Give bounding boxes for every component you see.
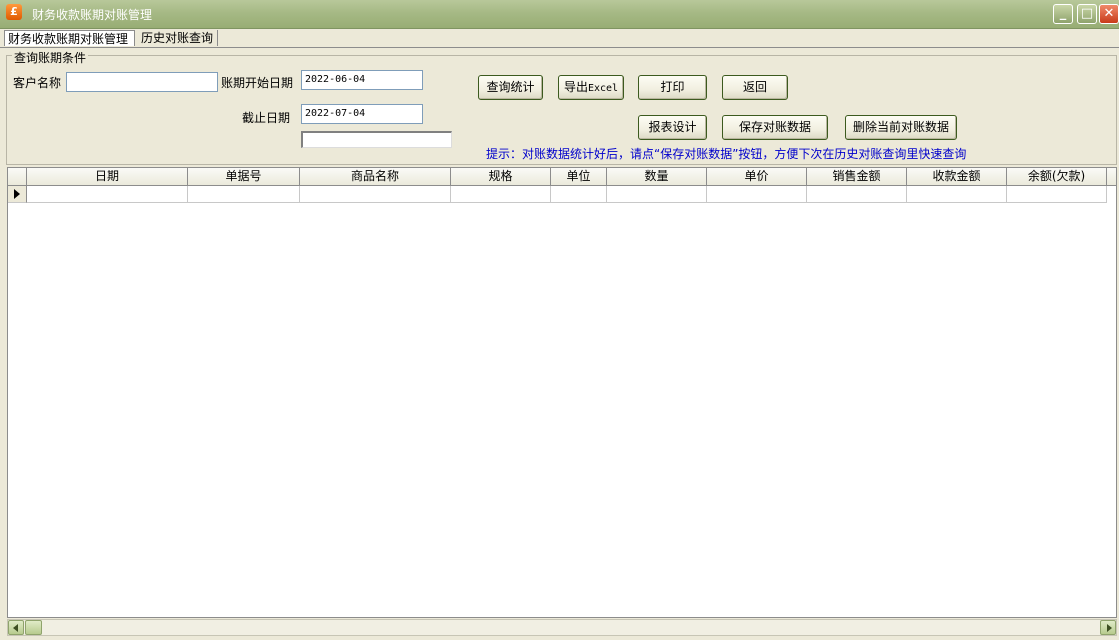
export-excel-button[interactable]: 导出Excel [558,75,624,100]
cell-product-name[interactable] [300,186,451,203]
column-header-unit[interactable]: 单位 [551,168,607,186]
grid-header-row: 日期 单据号 商品名称 规格 单位 数量 单价 销售金额 收款金额 余额(欠款) [8,168,1116,186]
current-row-arrow-icon [14,189,20,199]
table-row[interactable] [8,186,1116,203]
print-button[interactable]: 打印 [638,75,707,100]
query-group-title: 查询账期条件 [12,49,89,66]
column-header-spec[interactable]: 规格 [451,168,551,186]
scroll-left-button[interactable] [8,620,24,635]
row-indicator[interactable] [8,186,27,203]
export-label: 导出 [563,80,588,94]
maximize-button[interactable]: □ [1077,4,1097,24]
report-design-button[interactable]: 报表设计 [638,115,707,140]
column-header-doc-no[interactable]: 单据号 [188,168,300,186]
column-header-balance[interactable]: 余额(欠款) [1007,168,1107,186]
cell-date[interactable] [27,186,188,203]
extra-input[interactable] [301,131,452,148]
end-date-input[interactable]: 2022-07-04 [301,104,423,124]
data-grid[interactable]: 日期 单据号 商品名称 规格 单位 数量 单价 销售金额 收款金额 余额(欠款) [7,167,1117,618]
start-date-label: 账期开始日期 [221,76,294,90]
back-button[interactable]: 返回 [722,75,788,100]
column-header-date[interactable]: 日期 [27,168,188,186]
app-icon: £ [6,4,22,20]
scroll-right-button[interactable] [1100,620,1116,635]
cell-spec[interactable] [451,186,551,203]
end-date-label: 截止日期 [242,111,291,125]
column-header-received-amount[interactable]: 收款金额 [907,168,1007,186]
tab-reconciliation[interactable]: 财务收款账期对账管理 [4,30,135,46]
arrow-left-icon [13,624,18,632]
window-title: 财务收款账期对账管理 [32,8,153,22]
minimize-button[interactable]: _ [1053,4,1073,24]
excel-label: Excel [587,83,619,94]
customer-name-input[interactable] [66,72,218,92]
horizontal-scrollbar[interactable] [7,619,1117,636]
column-header-quantity[interactable]: 数量 [607,168,707,186]
cell-quantity[interactable] [607,186,707,203]
cell-received-amount[interactable] [907,186,1007,203]
column-header-sales-amount[interactable]: 销售金额 [807,168,907,186]
cell-sales-amount[interactable] [807,186,907,203]
cell-unit[interactable] [551,186,607,203]
header-filler [1107,168,1116,186]
customer-label: 客户名称 [13,76,62,90]
tab-history-query[interactable]: 历史对账查询 [138,30,218,46]
column-header-unit-price[interactable]: 单价 [707,168,807,186]
close-button[interactable]: ✕ [1099,4,1119,24]
delete-reconciliation-button[interactable]: 删除当前对账数据 [845,115,957,140]
header-corner [8,168,27,186]
start-date-input[interactable]: 2022-06-04 [301,70,423,90]
window-titlebar[interactable]: £ 财务收款账期对账管理 _ □ ✕ [0,0,1119,29]
query-stats-button[interactable]: 查询统计 [478,75,543,100]
hint-text: 提示：对账数据统计好后，请点“保存对账数据”按钮，方便下次在历史对账查询里快速查… [486,147,967,161]
arrow-right-icon [1107,624,1112,632]
column-header-product-name[interactable]: 商品名称 [300,168,451,186]
cell-balance[interactable] [1007,186,1107,203]
cell-doc-no[interactable] [188,186,300,203]
cell-unit-price[interactable] [707,186,807,203]
scrollbar-thumb[interactable] [25,620,42,635]
save-reconciliation-button[interactable]: 保存对账数据 [722,115,828,140]
tab-bar: 财务收款账期对账管理 历史对账查询 [0,29,1119,48]
